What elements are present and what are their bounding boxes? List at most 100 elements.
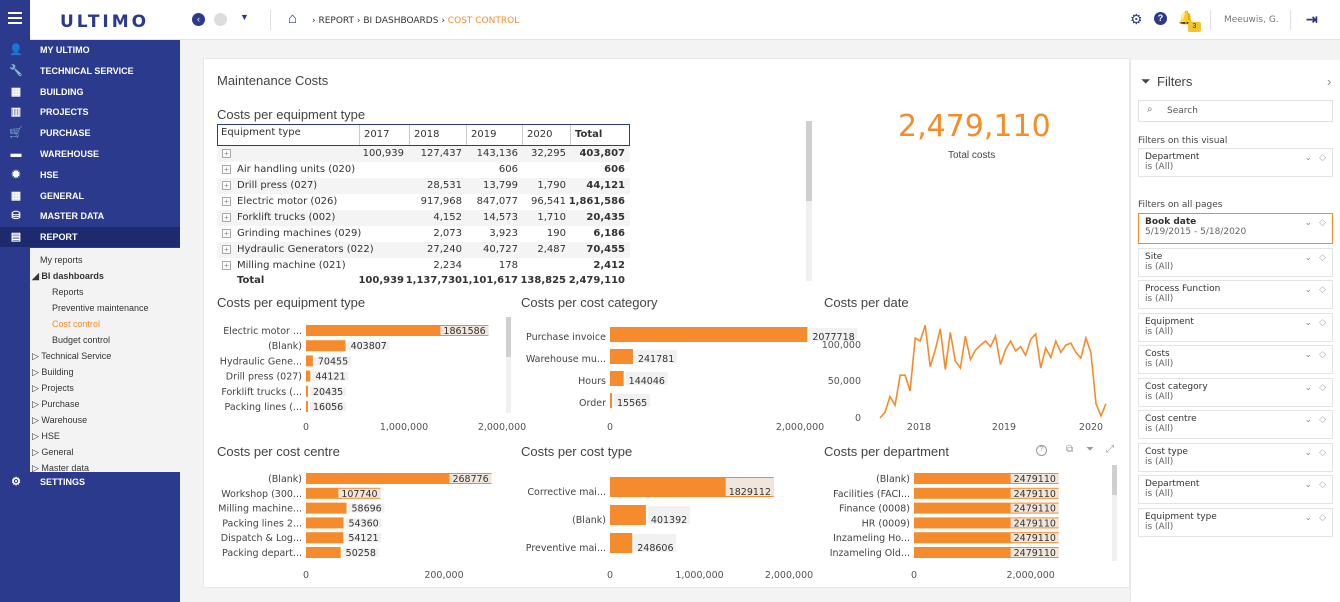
bar: [306, 532, 344, 544]
bar: [610, 327, 808, 342]
collapse-filters-icon[interactable]: ›: [1327, 74, 1331, 89]
menu-item-projects[interactable]: ▥ PROJECTS: [0, 102, 180, 123]
submenu-bi-dashboards[interactable]: ◢ BI dashboards: [32, 271, 104, 282]
help-icon[interactable]: ?: [1154, 12, 1167, 25]
menu-item-my-ultimo[interactable]: 👤 MY ULTIMO: [0, 40, 180, 60]
chevron-down-icon[interactable]: ⌄: [1304, 448, 1312, 458]
eraser-icon[interactable]: ◇: [1319, 318, 1326, 328]
submenu-budget-control[interactable]: Budget control: [52, 335, 110, 345]
eraser-icon[interactable]: ◇: [1319, 218, 1326, 228]
filter-value: is (All): [1145, 162, 1174, 172]
filter-card-process-function[interactable]: Process Function is (All) ⌄ ◇: [1138, 280, 1333, 309]
bar-label: Purchase invoice: [526, 332, 606, 343]
eraser-icon[interactable]: ◇: [1319, 350, 1326, 360]
back-icon[interactable]: ‹: [192, 13, 205, 26]
user-name[interactable]: Meeuwis, G.: [1224, 15, 1279, 25]
menu-icon: ⛁: [11, 210, 21, 223]
filter-value: is (All): [1145, 424, 1174, 434]
submenu-technical-service[interactable]: ▷ Technical Service: [32, 351, 111, 362]
filter-card-cost-centre[interactable]: Cost centre is (All) ⌄ ◇: [1138, 410, 1333, 439]
filter-pane-icon: ⏷: [1141, 74, 1151, 88]
menu-icon: ▤: [10, 231, 22, 244]
chevron-down-icon[interactable]: ⌄: [1304, 350, 1312, 360]
forward-icon[interactable]: [214, 13, 227, 26]
menu-item-report[interactable]: ▤ REPORT: [0, 227, 180, 248]
chevron-down-icon[interactable]: ⌄: [1304, 318, 1312, 328]
menu-item-purchase[interactable]: 🛒 PURCHASE: [0, 123, 180, 144]
chevron-down-icon[interactable]: ⌄: [1304, 253, 1312, 263]
chevron-down-icon[interactable]: ⌄: [1304, 383, 1312, 393]
filter-card-cost-category[interactable]: Cost category is (All) ⌄ ◇: [1138, 378, 1333, 407]
submenu-cost-control[interactable]: Cost control: [52, 319, 100, 329]
filter-value: is (All): [1145, 522, 1174, 532]
chevron-down-icon[interactable]: ⌄: [1304, 513, 1312, 523]
x-tick-label: 0: [303, 422, 309, 433]
submenu-warehouse[interactable]: ▷ Warehouse: [32, 415, 87, 426]
menu-item-settings[interactable]: ⚙ SETTINGS: [0, 472, 180, 492]
menu-icon: ▦: [10, 85, 22, 98]
data-label: 15565: [617, 398, 647, 409]
charts-layer: Electric motor ... 1861586 (Blank) 403807 Hy…: [218, 325, 1107, 581]
department-scrollbar[interactable]: [1112, 465, 1117, 561]
logout-icon[interactable]: ⇥: [1306, 11, 1318, 28]
bar: [306, 401, 308, 412]
breadcrumb-bi[interactable]: BI DASHBOARDS: [363, 16, 438, 26]
bar-label: Hours: [578, 376, 606, 387]
equipment-chart-scrollbar[interactable]: [506, 317, 511, 413]
menu-icon: ▬: [10, 148, 22, 160]
home-icon[interactable]: ⌂: [288, 10, 297, 27]
submenu-my-reports[interactable]: My reports: [40, 255, 83, 265]
chevron-down-icon[interactable]: ⌄: [1304, 153, 1312, 163]
hamburger-icon[interactable]: [8, 12, 22, 24]
eraser-icon[interactable]: ◇: [1319, 383, 1326, 393]
eraser-icon[interactable]: ◇: [1319, 513, 1326, 523]
chevron-down-icon[interactable]: ⌄: [1304, 285, 1312, 295]
menu-item-technical-service[interactable]: 🔧 TECHNICAL SERVICE: [0, 60, 180, 81]
breadcrumb-report[interactable]: REPORT: [318, 16, 354, 26]
filter-name: Site: [1145, 252, 1163, 262]
data-label: 1829112: [729, 487, 771, 498]
search-icon: ⌕: [1147, 104, 1153, 115]
chevron-down-icon[interactable]: ⌄: [1304, 218, 1312, 228]
history-dropdown-icon[interactable]: ▼: [240, 12, 249, 22]
submenu-building[interactable]: ▷ Building: [32, 367, 73, 378]
filter-card-cost-type[interactable]: Cost type is (All) ⌄ ◇: [1138, 443, 1333, 472]
chevron-down-icon[interactable]: ⌄: [1304, 480, 1312, 490]
bar-label: Forklift trucks (...: [221, 387, 302, 398]
filter-card-book-date[interactable]: Book date 5/19/2015 - 5/18/2020 ⌄ ◇: [1138, 213, 1333, 244]
eraser-icon[interactable]: ◇: [1319, 285, 1326, 295]
submenu-preventive-maintenance[interactable]: Preventive maintenance: [52, 303, 149, 313]
eraser-icon[interactable]: ◇: [1319, 153, 1326, 163]
filter-card-costs[interactable]: Costs is (All) ⌄ ◇: [1138, 345, 1333, 374]
bar: [306, 502, 347, 514]
filter-value: is (All): [1145, 294, 1174, 304]
data-label: 268776: [452, 474, 488, 485]
menu-item-master-data[interactable]: ⛁ MASTER DATA: [0, 206, 180, 227]
filter-search-box[interactable]: ⌕ Search: [1138, 100, 1333, 122]
filter-card-equipment[interactable]: Equipment is (All) ⌄ ◇: [1138, 313, 1333, 342]
submenu-hse[interactable]: ▷ HSE: [32, 431, 60, 442]
eraser-icon[interactable]: ◇: [1319, 480, 1326, 490]
bar-label: Warehouse mu...: [526, 354, 606, 365]
filter-card-department[interactable]: Department is (All) ⌄ ◇: [1138, 475, 1333, 504]
submenu-projects[interactable]: ▷ Projects: [32, 383, 74, 394]
menu-item-hse[interactable]: ✹ HSE: [0, 164, 180, 185]
filter-name: Department: [1145, 152, 1200, 162]
menu-item-general[interactable]: ▦ GENERAL: [0, 185, 180, 206]
eraser-icon[interactable]: ◇: [1319, 253, 1326, 263]
submenu-reports[interactable]: Reports: [52, 287, 84, 297]
menu-item-building[interactable]: ▦ BUILDING: [0, 81, 180, 102]
gear-icon[interactable]: ⚙: [1130, 11, 1143, 28]
menu-item-warehouse[interactable]: ▬ WAREHOUSE: [0, 144, 180, 164]
chevron-down-icon[interactable]: ⌄: [1304, 415, 1312, 425]
data-label: 2479110: [1014, 548, 1056, 559]
eraser-icon[interactable]: ◇: [1319, 448, 1326, 458]
filter-card-site[interactable]: Site is (All) ⌄ ◇: [1138, 248, 1333, 277]
submenu-purchase[interactable]: ▷ Purchase: [32, 399, 79, 410]
filter-name: Cost category: [1145, 382, 1208, 392]
filter-card-department-visual[interactable]: Department is (All) ⌄ ◇: [1138, 148, 1333, 177]
app-logo[interactable]: ULTIMO: [60, 12, 149, 32]
filter-card-equipment-type[interactable]: Equipment type is (All) ⌄ ◇: [1138, 508, 1333, 537]
submenu-general[interactable]: ▷ General: [32, 447, 73, 458]
eraser-icon[interactable]: ◇: [1319, 415, 1326, 425]
